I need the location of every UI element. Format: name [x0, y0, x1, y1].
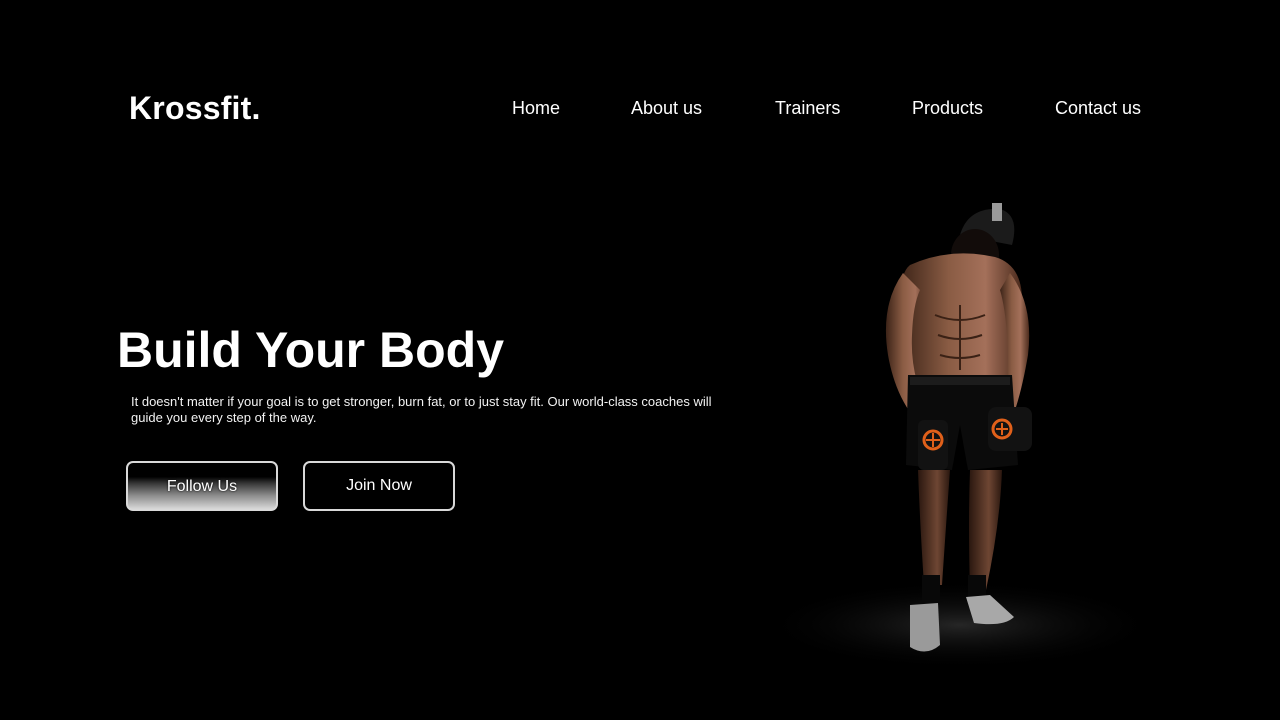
hero-athlete-image [760, 203, 1160, 665]
join-now-button[interactable]: Join Now [303, 461, 455, 511]
waistband [910, 377, 1010, 385]
left-sock [922, 575, 940, 605]
follow-us-button[interactable]: Follow Us [126, 461, 278, 511]
left-leg [918, 470, 950, 585]
left-dumbbell [918, 420, 948, 470]
nav-about-us[interactable]: About us [631, 98, 702, 119]
hero-description: It doesn't matter if your goal is to get… [131, 394, 712, 425]
right-leg [969, 470, 1002, 590]
nav-products[interactable]: Products [912, 98, 983, 119]
floor-shadow [760, 580, 1160, 665]
main-nav: Home About us Trainers Products Contact … [0, 98, 1280, 122]
follow-us-label: Follow Us [166, 478, 238, 495]
nav-home[interactable]: Home [512, 98, 560, 119]
right-dumbbell [988, 407, 1032, 451]
hero-title: Build Your Body [117, 322, 505, 378]
landing-page: Krossfit. Home About us Trainers Product… [0, 0, 1280, 720]
nav-trainers[interactable]: Trainers [775, 98, 840, 119]
nav-contact-us[interactable]: Contact us [1055, 98, 1141, 119]
left-shoe [910, 603, 940, 652]
cap-brim [992, 203, 1002, 221]
